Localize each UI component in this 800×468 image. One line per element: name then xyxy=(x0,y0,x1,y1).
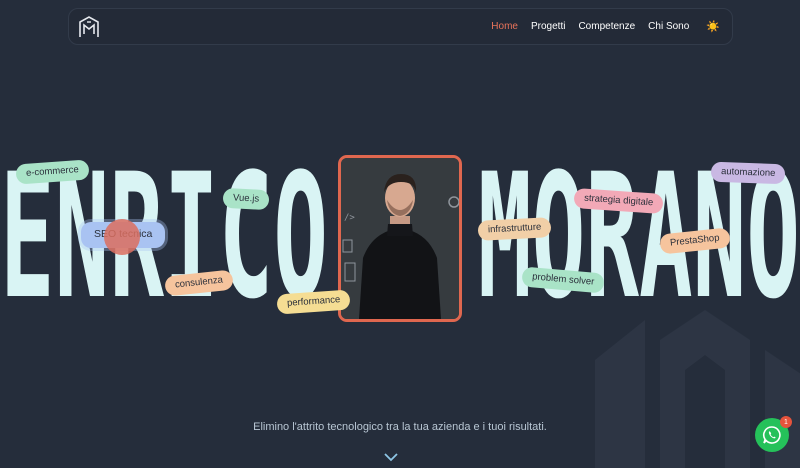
navbar: Home Progetti Competenze Chi Sono ☀️ xyxy=(68,8,733,45)
tag-automazione[interactable]: automazione xyxy=(710,161,786,185)
profile-photo: /> xyxy=(338,155,462,322)
whatsapp-icon xyxy=(762,426,781,444)
tag-vuejs[interactable]: Vue.js xyxy=(222,187,270,211)
chevron-down-icon[interactable] xyxy=(384,452,398,462)
notification-badge: 1 xyxy=(780,416,792,428)
svg-text:/>: /> xyxy=(344,213,355,223)
cursor-hover-circle xyxy=(104,219,140,255)
theme-toggle-sun-icon[interactable]: ☀️ xyxy=(706,20,720,33)
nav-link-home[interactable]: Home xyxy=(491,21,518,32)
nav-link-progetti[interactable]: Progetti xyxy=(531,21,565,32)
em-monogram-logo-icon[interactable] xyxy=(79,16,99,38)
nav-link-competenze[interactable]: Competenze xyxy=(578,21,635,32)
page: Home Progetti Competenze Chi Sono ☀️ ENR… xyxy=(0,0,800,468)
nav-links: Home Progetti Competenze Chi Sono ☀️ xyxy=(491,9,720,44)
nav-link-chi-sono[interactable]: Chi Sono xyxy=(648,21,689,32)
hero-tagline: Elimino l'attrito tecnologico tra la tua… xyxy=(253,421,547,433)
